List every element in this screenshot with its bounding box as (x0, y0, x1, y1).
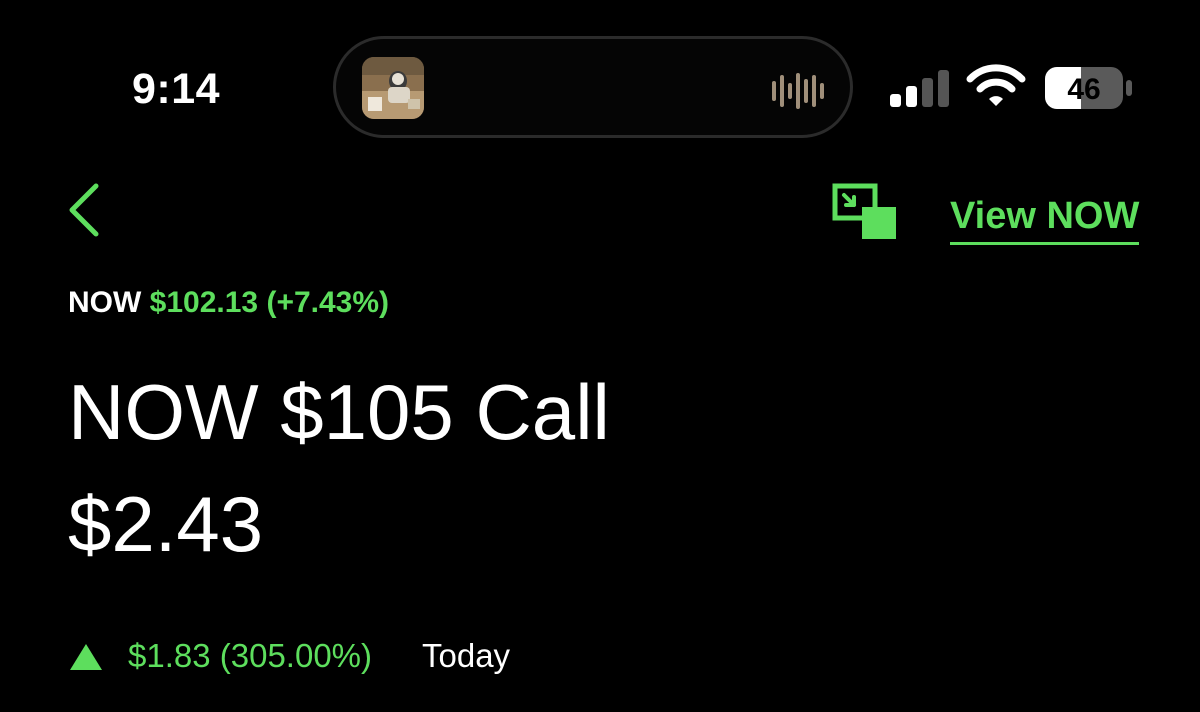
battery-icon: 46 (1045, 66, 1133, 115)
view-stock-link[interactable]: View NOW (950, 194, 1140, 245)
chevron-left-icon (69, 183, 99, 237)
option-title: NOW $105 Call (68, 368, 610, 456)
status-bar: 9:14 46 (0, 0, 1200, 150)
dynamic-island[interactable] (333, 36, 853, 138)
cell-signal-icon (890, 70, 952, 113)
picture-in-picture-button[interactable] (832, 183, 898, 241)
underlying-quote: NOW $102.13 (+7.43%) (68, 284, 389, 322)
album-art[interactable] (362, 57, 424, 119)
waveform-icon (770, 71, 830, 116)
up-triangle-icon (70, 644, 102, 670)
option-price: $2.43 (68, 480, 264, 568)
underlying-ticker: NOW (68, 286, 142, 319)
option-change-period: Today (422, 637, 511, 674)
wifi-icon (966, 64, 1026, 113)
underlying-price-change: $102.13 (+7.43%) (149, 286, 390, 319)
status-time: 9:14 (132, 65, 221, 113)
back-button[interactable] (62, 182, 112, 238)
battery-level: 46 (1067, 73, 1100, 106)
picture-in-picture-icon (832, 183, 896, 239)
option-change-value: $1.83 (305.00%) (128, 637, 373, 674)
